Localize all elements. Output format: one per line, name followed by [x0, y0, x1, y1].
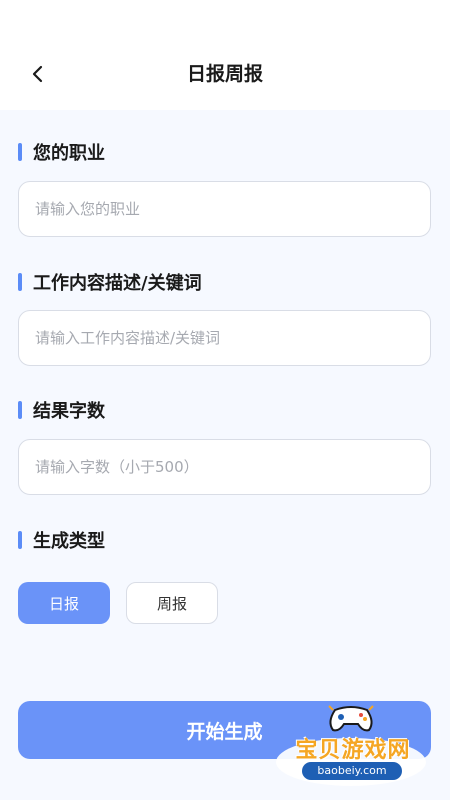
- type-option-daily[interactable]: 日报: [18, 582, 110, 624]
- type-option-weekly[interactable]: 周报: [126, 582, 218, 624]
- word-count-field[interactable]: [18, 439, 431, 495]
- accent-bar: [18, 531, 22, 549]
- occupation-field[interactable]: [18, 181, 431, 237]
- description-input[interactable]: [35, 329, 414, 347]
- occupation-input[interactable]: [35, 200, 414, 218]
- accent-bar: [18, 401, 22, 419]
- description-field[interactable]: [18, 310, 431, 366]
- accent-bar: [18, 143, 22, 161]
- accent-bar: [18, 273, 22, 291]
- occupation-label: 您的职业: [18, 140, 105, 164]
- word-count-input[interactable]: [35, 458, 414, 476]
- page-title: 日报周报: [186, 63, 263, 85]
- start-generate-button[interactable]: 开始生成: [18, 701, 431, 759]
- word-count-label: 结果字数: [18, 398, 105, 422]
- header: 日报周报: [0, 0, 450, 110]
- description-label: 工作内容描述/关键词: [18, 270, 202, 294]
- type-label: 生成类型: [18, 528, 105, 552]
